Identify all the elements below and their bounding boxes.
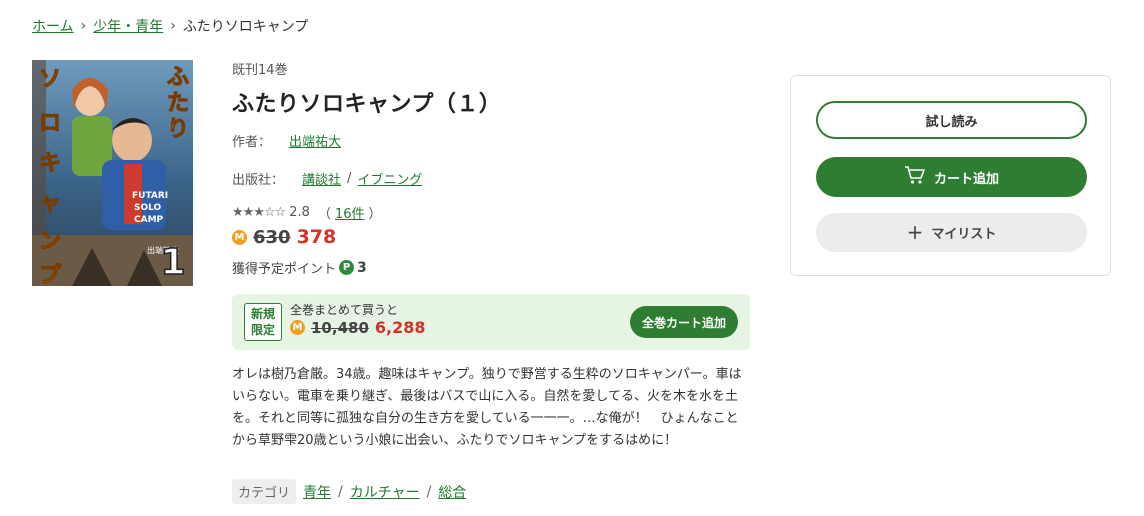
book-title: ふたりソロキャンプ（１） — [232, 92, 502, 117]
review-count-paren: （ — [317, 207, 331, 222]
svg-text:1: 1 — [160, 242, 185, 283]
plus-icon: + — [906, 219, 924, 244]
cart-icon — [904, 165, 926, 189]
bundle-offer: 新規 限定 全巻まとめて買うと M 10,480 6,288 全巻カート追加 — [232, 294, 750, 350]
review-count-link[interactable]: 16件 — [335, 203, 365, 222]
chevron-right-icon: › — [80, 18, 87, 34]
svg-text:SOLO: SOLO — [134, 203, 162, 213]
breadcrumb-category-link[interactable]: 少年・青年 — [93, 16, 163, 36]
publisher-label: 出版社： — [232, 173, 285, 188]
imprint-link[interactable]: イブニング — [357, 169, 422, 188]
breadcrumb-current: ふたりソロキャンプ — [182, 19, 309, 35]
separator: / — [338, 483, 343, 500]
coin-icon: M — [290, 320, 305, 335]
publisher-link[interactable]: 講談社 — [302, 169, 341, 188]
add-to-cart-button[interactable]: カート追加 — [816, 157, 1087, 197]
category-link-seinen[interactable]: 青年 — [303, 482, 331, 502]
star-rating-icon: ★★★☆☆ — [232, 205, 286, 220]
svg-text:プ: プ — [39, 263, 62, 286]
author-label: 作者： — [232, 135, 272, 150]
points-row: 獲得予定ポイント P 3 — [232, 258, 367, 278]
original-price: 630 — [253, 226, 291, 248]
category-row: カテゴリ 青年 / カルチャー / 総合 — [232, 479, 466, 504]
svg-text:キ: キ — [39, 151, 61, 176]
points-value: 3 — [357, 259, 367, 276]
new-limited-badge: 新規 限定 — [244, 303, 282, 341]
points-label: 獲得予定ポイント — [232, 262, 337, 277]
separator: / — [426, 483, 432, 500]
author-row: 作者： 出端祐大 — [232, 131, 341, 150]
svg-text:ロ: ロ — [39, 111, 61, 136]
sale-price: 378 — [296, 226, 337, 248]
svg-text:ン: ン — [39, 229, 61, 254]
bundle-sale-price: 6,288 — [374, 318, 426, 337]
price-row: M 630 378 — [232, 226, 336, 248]
author-link[interactable]: 出端祐大 — [289, 131, 341, 150]
svg-text:ャ: ャ — [39, 191, 61, 216]
publisher-row: 出版社： 講談社 / イブニング — [232, 169, 422, 188]
add-to-mylist-button[interactable]: + マイリスト — [816, 213, 1087, 252]
bundle-text: 全巻まとめて買うと — [290, 303, 399, 317]
rating-value: 2.8 — [289, 205, 310, 220]
chevron-right-icon: › — [170, 18, 176, 34]
volume-count: 既刊14巻 — [232, 63, 288, 78]
cover-image[interactable]: ふ た り ソ ロ キ ャ ン プ FUTARI SOLO CAMP 出端祐大 … — [32, 60, 193, 286]
add-all-to-cart-button[interactable]: 全巻カート追加 — [629, 306, 738, 338]
breadcrumb-home-link[interactable]: ホーム — [32, 16, 74, 36]
category-label: カテゴリ — [232, 479, 297, 504]
point-icon: P — [339, 260, 355, 275]
category-link-general[interactable]: 総合 — [438, 482, 466, 502]
book-info: 既刊14巻 ふたりソロキャンプ（１） 作者： 出端祐大 出版社： 講談社 / イ… — [232, 56, 752, 277]
bundle-price-row: M 10,480 6,288 — [290, 318, 426, 337]
svg-text:り: り — [167, 117, 189, 142]
rating-row: ★★★☆☆ 2.8 （16件） — [232, 203, 382, 222]
purchase-panel: 試し読み カート追加 + マイリスト — [790, 75, 1111, 276]
svg-text:CAMP: CAMP — [134, 215, 164, 225]
coin-icon: M — [232, 229, 247, 245]
category-link-culture[interactable]: カルチャー — [350, 482, 420, 502]
breadcrumb: ホーム › 少年・青年 › ふたりソロキャンプ — [32, 16, 308, 36]
svg-text:ソ: ソ — [39, 67, 61, 92]
book-description: オレは樹乃倉厳。34歳。趣味はキャンプ。独りで野営する生粋のソロキャンパー。車は… — [232, 367, 742, 448]
svg-text:FUTARI: FUTARI — [132, 191, 168, 201]
svg-text:た: た — [167, 91, 189, 116]
bundle-original-price: 10,480 — [311, 318, 369, 337]
cover-title-lettering: ふ — [167, 65, 189, 90]
trial-read-button[interactable]: 試し読み — [816, 101, 1087, 139]
separator: / — [347, 171, 352, 186]
